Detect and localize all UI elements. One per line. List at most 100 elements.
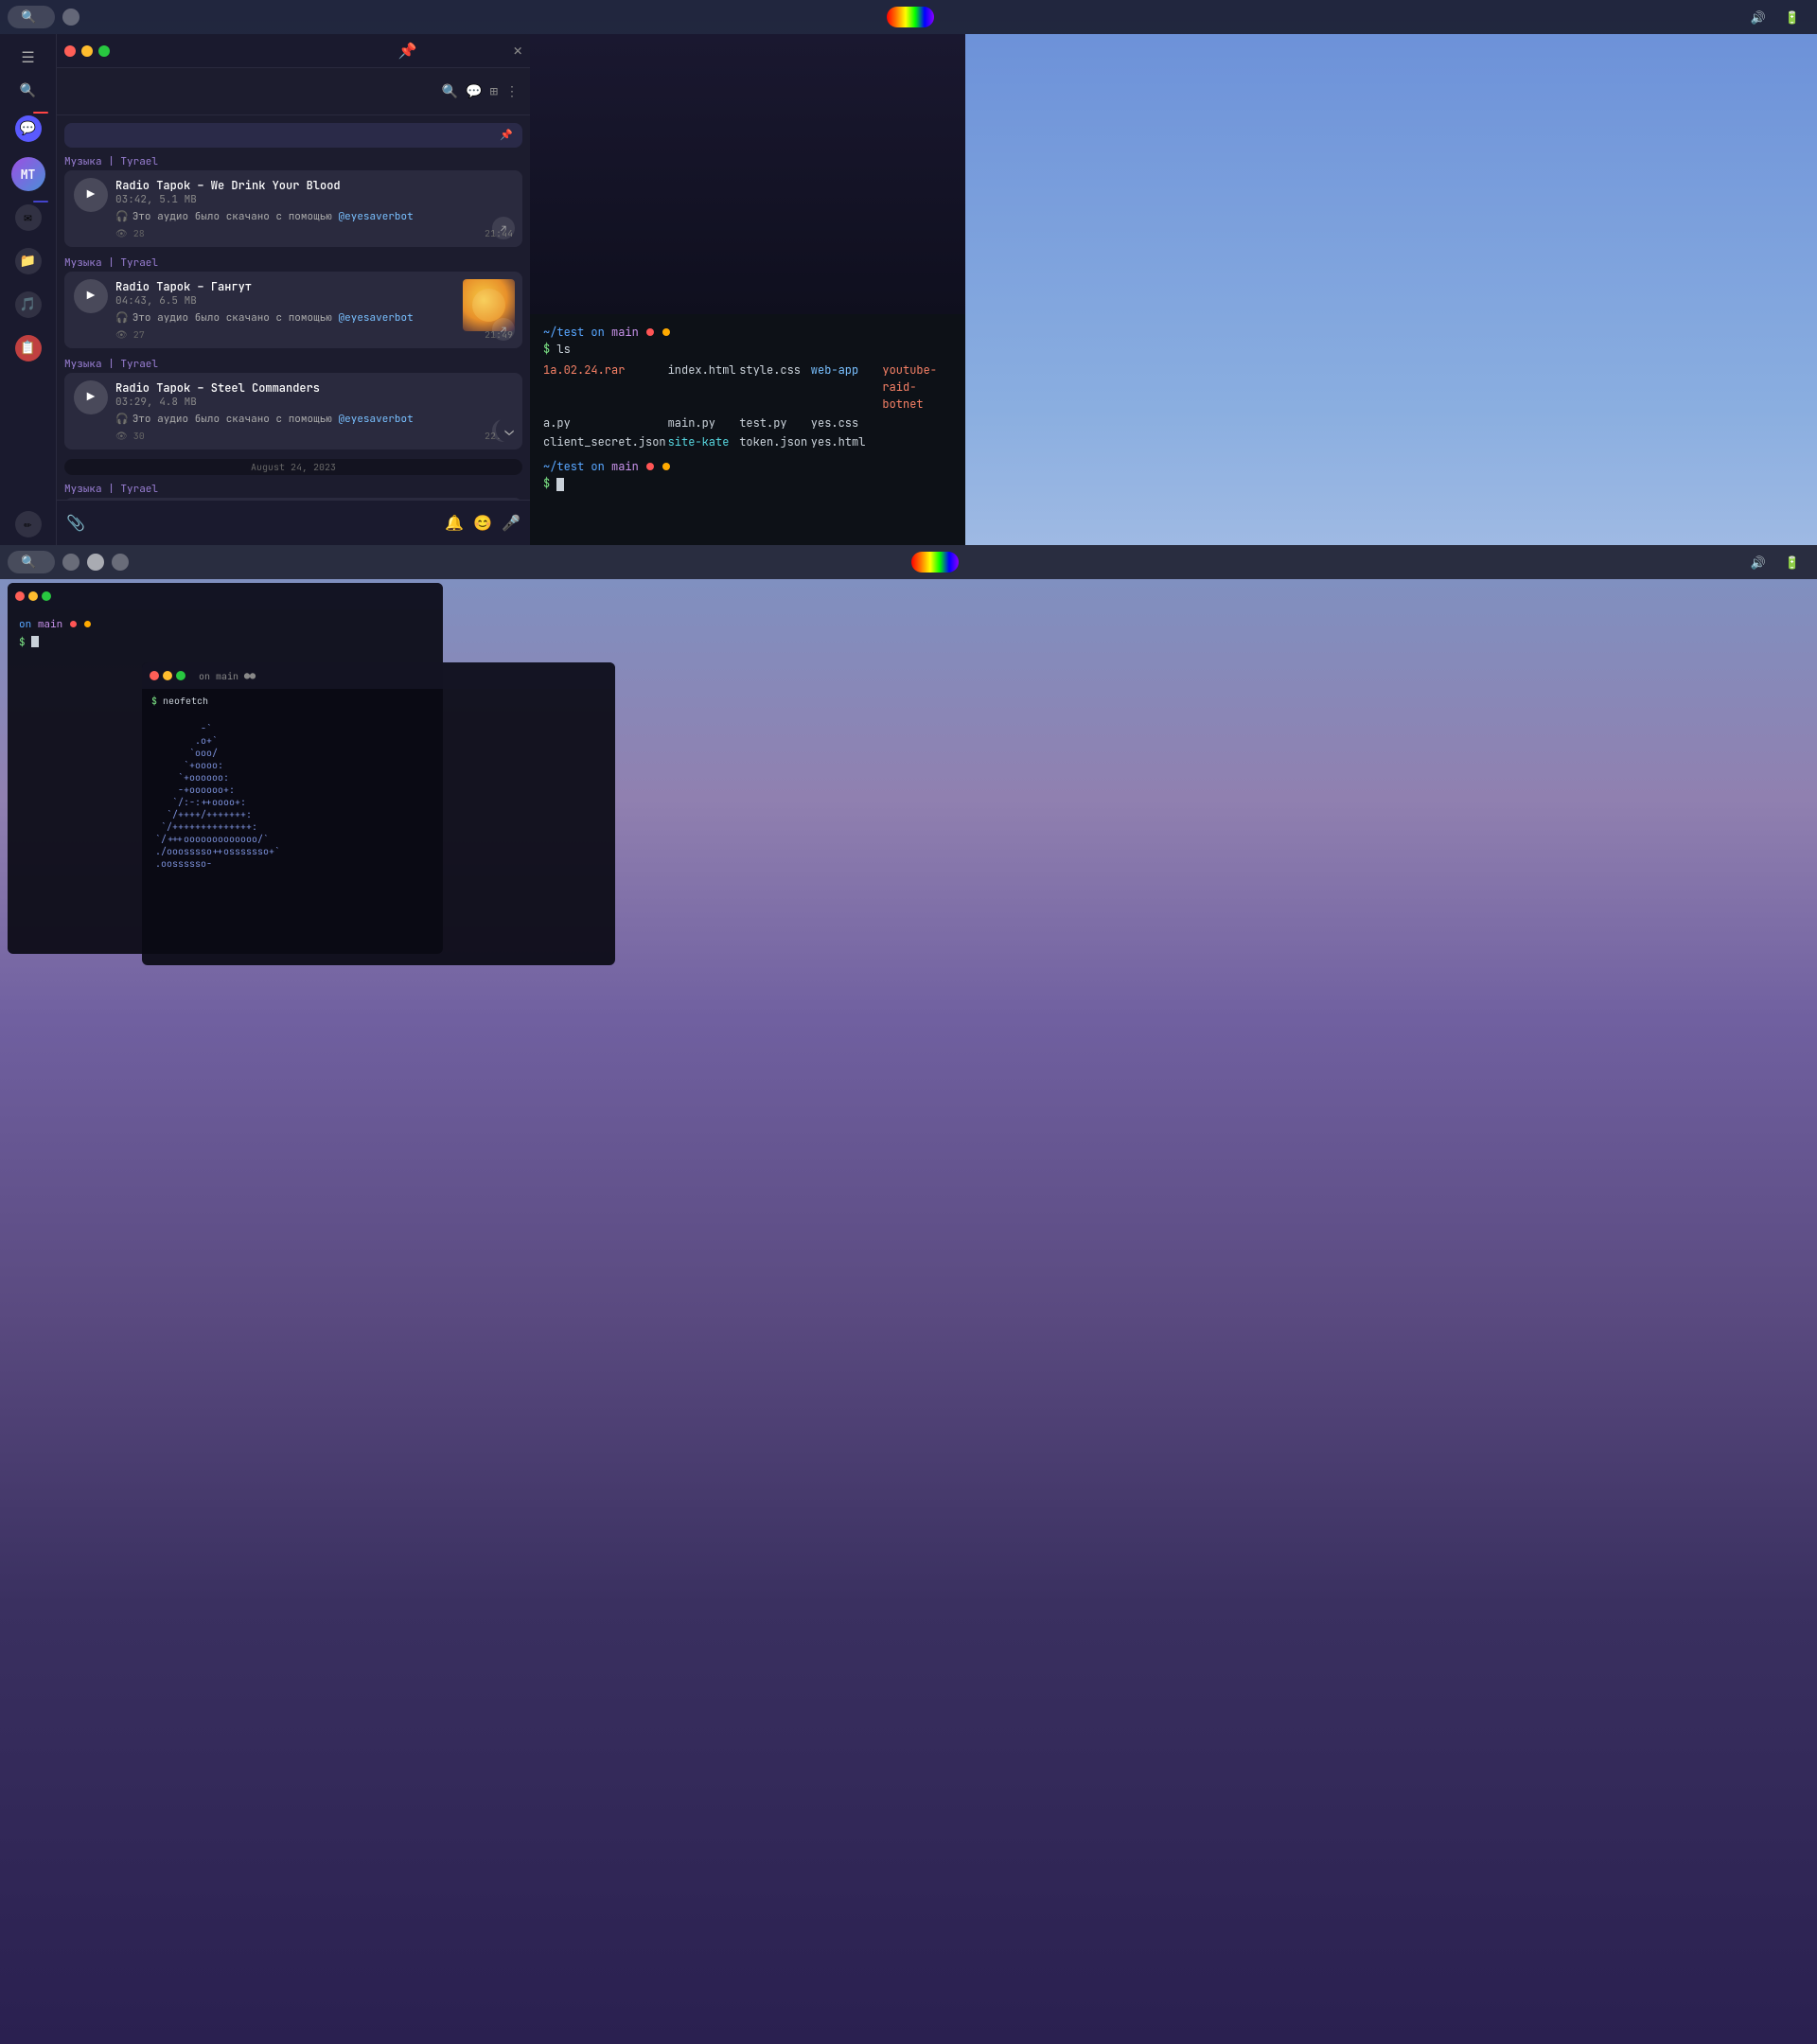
file-mainpy: main.py bbox=[668, 414, 738, 432]
allchats-badge bbox=[33, 112, 48, 114]
msg3-views: 👁 30 bbox=[115, 430, 145, 442]
sidebar-item-allchats[interactable]: 💬 bbox=[5, 110, 52, 150]
msg3-info: Radio Tapok – Steel Commanders 03:29, 4.… bbox=[115, 380, 513, 442]
nf-close[interactable] bbox=[150, 671, 159, 680]
msg2-title: Radio Tapok – Гангут bbox=[115, 279, 513, 294]
taskbar-circle-b2[interactable] bbox=[87, 554, 104, 571]
tl-max[interactable] bbox=[42, 591, 51, 601]
sidebar-item-music[interactable]: 🎵 bbox=[5, 286, 52, 326]
tg-avatar-container: MT bbox=[11, 157, 45, 191]
msg2-info: Radio Tapok – Гангут 04:43, 6.5 MB 🎧Это … bbox=[115, 279, 513, 341]
term-branch1: main bbox=[611, 325, 645, 340]
nf-header-prompt: on main ●● bbox=[199, 670, 256, 682]
file-client: client_secret.json bbox=[543, 433, 666, 450]
msg3-play[interactable]: ▶ bbox=[74, 380, 108, 414]
sidebar-item-logs[interactable]: 📋 bbox=[5, 329, 52, 369]
search-button-top[interactable]: 🔍 bbox=[8, 6, 55, 28]
file-webapp: web-app bbox=[811, 361, 881, 413]
search-icon-bottom: 🔍 bbox=[21, 555, 36, 570]
msg1-forward[interactable]: ↗ bbox=[492, 217, 515, 239]
msg2-meta: 👁 27 21:49 bbox=[115, 328, 513, 341]
tg-avatar[interactable]: MT bbox=[11, 157, 45, 191]
nf-min[interactable] bbox=[163, 671, 172, 680]
sidebar-item-folder2[interactable]: 📁 bbox=[5, 242, 52, 282]
bell-icon[interactable]: 🔔 bbox=[445, 513, 464, 533]
neofetch-controls bbox=[150, 671, 185, 680]
bottom-volume-icon: 🔊 bbox=[1751, 555, 1766, 571]
terminal-content: ~/test on main $ ls 1a.02.24.rar index.h… bbox=[530, 314, 965, 502]
mic-icon[interactable]: 🎤 bbox=[502, 513, 520, 533]
neofetch-ascii-art: -` .o+` `ooo/ `+oooo: `+oooooo: -+oooooo… bbox=[155, 722, 344, 870]
msg1-play[interactable]: ▶ bbox=[74, 178, 108, 212]
chat-header: 🔍 💬 ⊞ ⋮ bbox=[57, 68, 530, 115]
nf-max[interactable] bbox=[176, 671, 185, 680]
neofetch-header: on main ●● bbox=[142, 662, 615, 689]
telegram-sidebar: ☰ 🔍 💬 MT ✉ 📁 🎵 📋 ✏ bbox=[0, 34, 57, 545]
messages-area[interactable]: 📌 Музыка | Tyrael ▶ Radio Tapok – We Dri… bbox=[57, 115, 530, 500]
msg2-play[interactable]: ▶ bbox=[74, 279, 108, 313]
file-apy: a.py bbox=[543, 414, 666, 432]
taskbar-bottom-right: 🔊 🔋 bbox=[1741, 555, 1809, 571]
file-rar: 1a.02.24.rar bbox=[543, 361, 666, 413]
taskbar-top-center bbox=[887, 7, 934, 27]
pm-icon: ✉ bbox=[15, 204, 42, 231]
message-4: Музыка | Tyrael ▶ Кукрыниксы – Чучело (п… bbox=[64, 483, 522, 500]
msg3-title: Radio Tapok – Steel Commanders bbox=[115, 380, 513, 396]
tg-search-button[interactable]: 🔍 bbox=[9, 76, 47, 106]
tg-menu-button[interactable]: ☰ bbox=[9, 42, 47, 72]
search-button-bottom[interactable]: 🔍 bbox=[8, 551, 55, 573]
tl-branch: main bbox=[38, 618, 69, 631]
msg3-sender: Музыка | Tyrael bbox=[64, 358, 522, 371]
term-branch2: main bbox=[611, 459, 645, 474]
rainbow-icon-bottom bbox=[911, 552, 959, 573]
tl-min[interactable] bbox=[28, 591, 38, 601]
terminal-large-controls bbox=[15, 591, 51, 601]
unpin-icon[interactable]: 📌 bbox=[500, 129, 513, 142]
window-pin-icon: 📌 bbox=[398, 41, 417, 61]
taskbar-circle-b3[interactable] bbox=[112, 554, 129, 571]
file-testpy: test.py bbox=[739, 414, 809, 432]
taskbar-bottom-left: 🔍 bbox=[8, 551, 129, 573]
taskbar-circle-b1[interactable] bbox=[62, 554, 79, 571]
msg2-bubble: ▶ Radio Tapok – Гангут 04:43, 6.5 MB 🎧Эт… bbox=[64, 272, 522, 348]
telegram-chat: 📌 ✕ 🔍 💬 ⊞ ⋮ 📌 bbox=[57, 34, 530, 545]
tl-cursor bbox=[31, 636, 39, 647]
maximize-button[interactable] bbox=[98, 45, 110, 57]
message-1: Музыка | Tyrael ▶ Radio Tapok – We Drink… bbox=[64, 155, 522, 247]
emoji-icon[interactable]: 😊 bbox=[473, 513, 492, 533]
edit-icon: ✏ bbox=[15, 511, 42, 537]
msg1-sender-text: Музыка | Tyrael bbox=[64, 155, 158, 168]
scroll-down-button[interactable]: ⌄ bbox=[496, 416, 522, 443]
attach-icon[interactable]: 📎 bbox=[66, 513, 85, 533]
taskbar-circle-1[interactable] bbox=[62, 9, 79, 26]
dot-yellow-1 bbox=[662, 328, 670, 336]
term-line2: ~/test on main bbox=[543, 458, 952, 475]
music-visualizer bbox=[530, 34, 965, 314]
msg2-forward[interactable]: ↗ bbox=[492, 318, 515, 341]
view-toggle-icon[interactable]: ⊞ bbox=[490, 83, 498, 100]
term-ls-cmd: ls bbox=[556, 342, 570, 357]
tl-prompt-line: on main bbox=[19, 617, 432, 633]
search-chat-icon[interactable]: 🔍 bbox=[442, 83, 458, 100]
minimize-button[interactable] bbox=[81, 45, 93, 57]
tl-dot-y bbox=[84, 621, 91, 627]
dot-red-1 bbox=[646, 328, 654, 336]
input-icons: 🔔 😊 🎤 bbox=[445, 513, 520, 533]
term-cursor-line: $ bbox=[543, 475, 952, 492]
sidebar-item-edit[interactable]: ✏ bbox=[5, 505, 52, 545]
message-2: Музыка | Tyrael ▶ Radio Tapok – Гангут 0… bbox=[64, 256, 522, 348]
more-options-icon[interactable]: ⋮ bbox=[505, 83, 519, 100]
close-button[interactable] bbox=[64, 45, 76, 57]
term-files-grid: 1a.02.24.rar index.html style.css web-ap… bbox=[543, 361, 952, 450]
window-close-icon[interactable]: ✕ bbox=[513, 41, 522, 61]
message-input[interactable] bbox=[93, 516, 437, 530]
chat-bubbles-icon[interactable]: 💬 bbox=[466, 83, 482, 100]
tl-close[interactable] bbox=[15, 591, 25, 601]
sidebar-item-pm[interactable]: ✉ bbox=[5, 199, 52, 238]
msg1-caption: 🎧Это аудио было скачано с помощью @eyesa… bbox=[115, 210, 513, 223]
msg1-views: 👁 28 bbox=[115, 227, 145, 239]
msg4-sender: Музыка | Tyrael bbox=[64, 483, 522, 496]
msg1-meta: 👁 28 21:44 bbox=[115, 227, 513, 239]
msg3-caption: 🎧Это аудио было скачано с помощью @eyesa… bbox=[115, 413, 513, 426]
term-prompt2: ~/test on bbox=[543, 459, 611, 474]
